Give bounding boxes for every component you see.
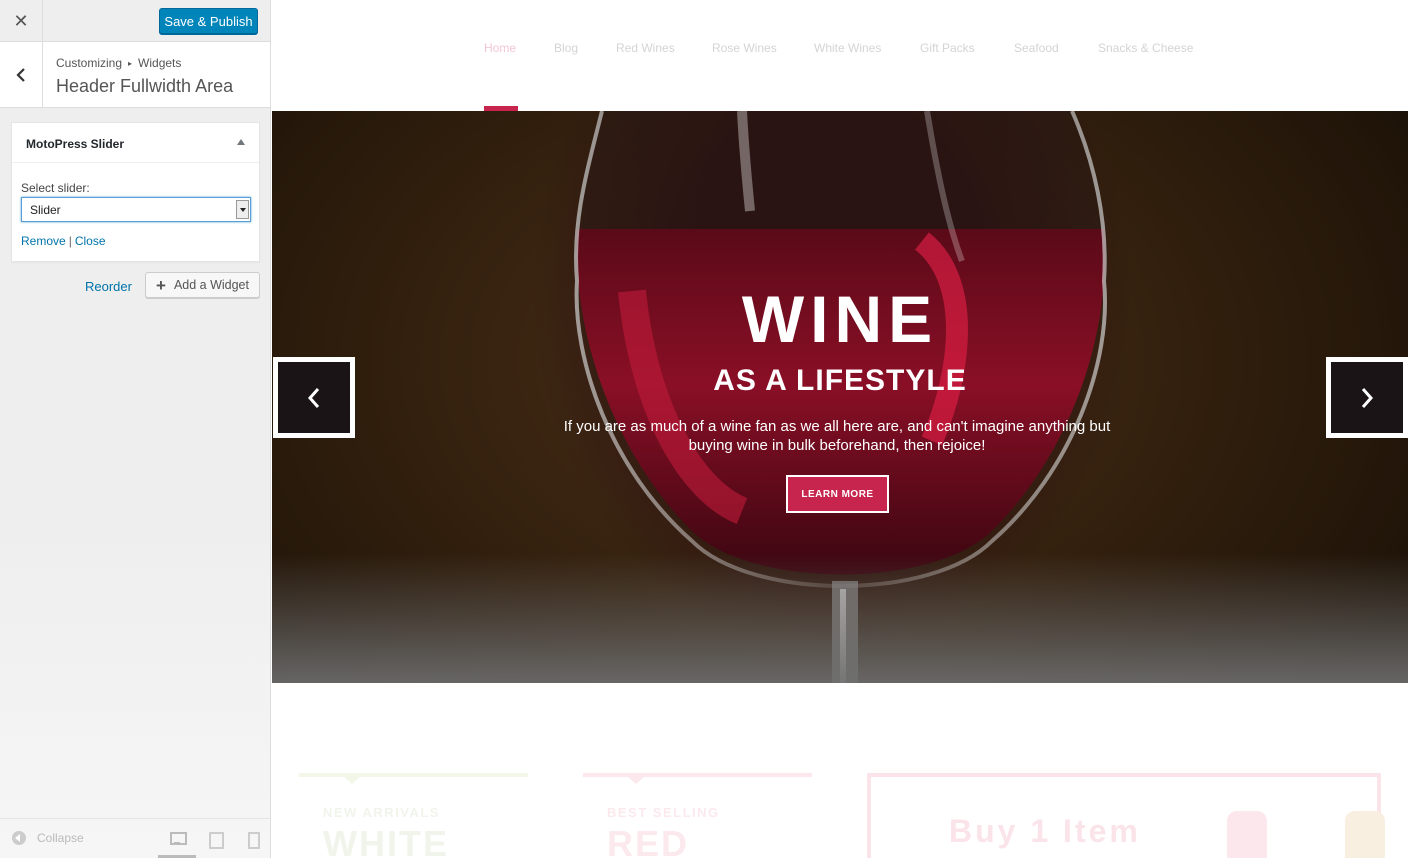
close-icon: ✕: [13, 10, 29, 31]
nav-item-seafood[interactable]: Seafood: [1014, 41, 1059, 55]
collapse-arrow-icon[interactable]: [237, 139, 245, 145]
tablet-preview-icon[interactable]: [209, 832, 224, 849]
site-preview: Home Blog Red Wines Rose Wines White Win…: [271, 0, 1409, 858]
close-widget-link[interactable]: Close: [75, 234, 106, 248]
close-customizer-button[interactable]: ✕: [0, 0, 43, 42]
save-publish-button[interactable]: Save & Publish: [159, 8, 258, 34]
chevron-left-icon: [16, 67, 25, 82]
site-navigation: Home Blog Red Wines Rose Wines White Win…: [271, 0, 1409, 111]
chevron-right-icon: [1361, 387, 1374, 408]
customizer-sidebar: ✕ Save & Publish Customizing ▸ Widgets Hea…: [0, 0, 271, 858]
motopress-slider-widget: MotoPress Slider Select slider: Slider R…: [11, 122, 260, 262]
chevron-left-icon: [307, 387, 320, 408]
nav-item-gift-packs[interactable]: Gift Packs: [920, 41, 975, 55]
breadcrumb-root: Customizing: [56, 56, 123, 70]
promo-buy-text: Buy 1 Item: [949, 813, 1141, 849]
hero-description: If you are as much of a wine fan as we a…: [563, 418, 1111, 454]
panel-title: Header Fullwidth Area: [56, 76, 234, 96]
collapse-label: Collapse: [37, 831, 84, 845]
add-widget-label: Add a Widget: [173, 278, 249, 292]
remove-widget-link[interactable]: Remove: [21, 234, 66, 248]
promo-section: NEW ARRIVALS WHITE BEST SELLING RED Buy …: [271, 683, 1409, 858]
learn-more-button[interactable]: LEARN MORE: [786, 475, 889, 513]
promo-buy-item[interactable]: Buy 1 Item: [867, 773, 1385, 858]
promo-caption: NEW ARRIVALS: [323, 805, 440, 820]
dropdown-arrow-icon[interactable]: [236, 200, 249, 219]
reorder-link[interactable]: Reorder: [85, 279, 132, 294]
widget-actions: Remove | Close: [21, 234, 106, 248]
mobile-preview-icon[interactable]: [248, 832, 262, 849]
breadcrumb-section: Widgets: [138, 56, 182, 70]
back-button[interactable]: [0, 42, 43, 107]
slider-next-button[interactable]: [1326, 357, 1408, 438]
nav-item-home[interactable]: Home: [484, 41, 516, 55]
hero-slider: WINE AS A LIFESTYLE If you are as much o…: [272, 111, 1408, 683]
nav-item-snacks-cheese[interactable]: Snacks & Cheese: [1098, 41, 1193, 55]
promo-best-selling[interactable]: BEST SELLING RED: [583, 773, 812, 858]
customizer-footer: Collapse: [0, 818, 270, 858]
nav-item-red-wines[interactable]: Red Wines: [616, 41, 675, 55]
breadcrumb-separator: ▸: [128, 59, 133, 68]
collapse-icon: [12, 831, 26, 845]
hero-title: WINE: [741, 282, 939, 356]
breadcrumb: Customizing ▸ Widgets: [56, 56, 181, 70]
customizer-header-bar: ✕ Save & Publish: [0, 0, 270, 42]
nav-item-white-wines[interactable]: White Wines: [814, 41, 881, 55]
add-widget-button[interactable]: + Add a Widget: [145, 272, 260, 298]
bottle-image: [1345, 811, 1385, 858]
nav-item-rose-wines[interactable]: Rose Wines: [712, 41, 777, 55]
promo-caption: BEST SELLING: [607, 805, 720, 820]
widget-title: MotoPress Slider: [26, 137, 125, 151]
collapse-button[interactable]: Collapse: [12, 831, 84, 845]
hero-subtitle: AS A LIFESTYLE: [713, 364, 967, 397]
slider-select-value: Slider: [30, 203, 61, 217]
bottle-image: [1227, 811, 1267, 858]
desktop-preview-icon[interactable]: [170, 832, 187, 845]
link-separator: |: [68, 234, 72, 248]
promo-title: WHITE: [323, 823, 449, 858]
promo-new-arrivals[interactable]: NEW ARRIVALS WHITE: [299, 773, 528, 858]
slider-prev-button[interactable]: [273, 357, 355, 438]
nav-item-blog[interactable]: Blog: [554, 41, 578, 55]
widget-header[interactable]: MotoPress Slider: [12, 123, 259, 163]
promo-notch: [344, 777, 360, 784]
plus-icon: +: [156, 275, 166, 295]
panel-header: Customizing ▸ Widgets Header Fullwidth Are…: [0, 42, 270, 108]
promo-notch: [628, 777, 644, 784]
promo-title: RED: [607, 823, 690, 858]
select-slider-label: Select slider:: [21, 181, 90, 195]
hero-bottom-fade: [272, 553, 1408, 683]
slider-select[interactable]: Slider: [21, 197, 251, 222]
